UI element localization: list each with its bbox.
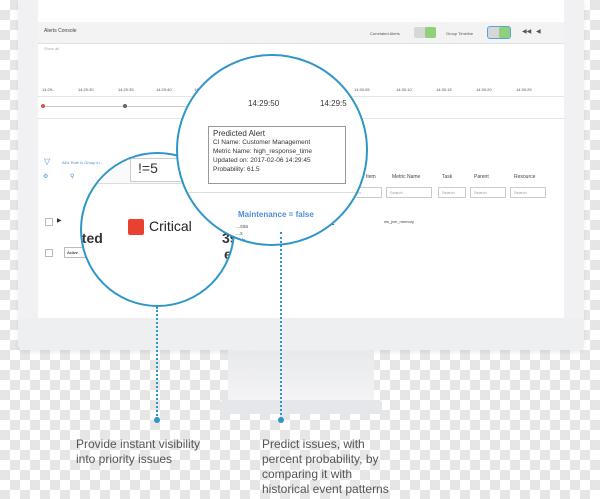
- settings-icon[interactable]: ⚙: [43, 173, 48, 180]
- tooltip-metric-name: Metric Name: high_response_time: [213, 148, 312, 155]
- row-snippet: ...ssa: [236, 224, 248, 230]
- tick-label: 14:30:10: [396, 87, 412, 92]
- search-input[interactable]: Search: [438, 187, 466, 198]
- search-input[interactable]: Search: [386, 187, 432, 198]
- tooltip-title: Predicted Alert: [213, 129, 266, 138]
- monitor-chin: [18, 318, 584, 350]
- console-toolbar: Alerts Console Correlated Alerts Group T…: [38, 22, 564, 44]
- caption-line: percent probability, by: [262, 452, 379, 466]
- correlated-alerts-label: Correlated Alerts: [370, 31, 400, 36]
- caption-line: Provide instant visibility: [76, 437, 201, 451]
- group-timeline-toggle[interactable]: [487, 26, 511, 39]
- severity-swatch: [128, 219, 144, 235]
- leader-endpoint-left: [154, 417, 160, 423]
- filter-icon[interactable]: ▽: [44, 157, 50, 166]
- console-title: Alerts Console: [44, 28, 77, 34]
- state-text: ated: [81, 230, 103, 246]
- extra-text: e: [224, 246, 232, 262]
- back-icon[interactable]: ◀: [536, 28, 541, 35]
- group-timeline-label: Group Timeline: [446, 31, 474, 36]
- row-snippet: ...ds...: [236, 238, 250, 244]
- column-header[interactable]: Metric Name: [392, 174, 420, 180]
- row-snippet: ...s: [236, 231, 243, 237]
- caption-line: comparing it with: [262, 467, 353, 481]
- tick-label: 14:29:30: [78, 87, 94, 92]
- predicted-alert-tooltip: Predicted Alert CI Name: Customer Manage…: [208, 126, 346, 184]
- caption-right: Predict issues, with percent probability…: [262, 437, 389, 497]
- caption-line: Predict issues, with: [262, 437, 365, 451]
- caption-left: Provide instant visibility into priority…: [76, 437, 200, 467]
- tick-label: 14:29:35: [118, 87, 134, 92]
- leader-line-right: [280, 232, 282, 419]
- tooltip-probability: Probability: 61.5: [213, 166, 260, 173]
- search-input[interactable]: Search: [510, 187, 546, 198]
- zoom-time-b: 14:29:5: [320, 99, 347, 108]
- leader-endpoint-right: [278, 417, 284, 423]
- row-checkbox[interactable]: [45, 218, 53, 226]
- tick-label: 14:30:15: [436, 87, 452, 92]
- column-header[interactable]: Parent: [474, 174, 489, 180]
- monitor-base: [220, 400, 382, 414]
- tick-label: 14:30:05: [354, 87, 370, 92]
- rewind-icon[interactable]: ◀◀: [522, 28, 531, 35]
- zoom-circle-prediction: 14:29:50 14:29:5 Predicted Alert CI Name…: [176, 54, 368, 246]
- tick-label: 14:30:20: [476, 87, 492, 92]
- column-header[interactable]: Task: [442, 174, 452, 180]
- search-icon[interactable]: ⚲: [70, 173, 74, 180]
- caption-line: historical event patterns: [262, 482, 389, 496]
- expand-icon[interactable]: ▶: [57, 217, 62, 224]
- tick-label: 14:29:..: [42, 87, 56, 92]
- severity-label: Critical: [149, 218, 192, 234]
- search-input[interactable]: Search: [470, 187, 506, 198]
- tick-label: 14:29:40: [156, 87, 172, 92]
- tooltip-ci-name: CI Name: Customer Management: [213, 139, 311, 146]
- zoom-time-a: 14:29:50: [248, 99, 280, 108]
- row-checkbox[interactable]: [45, 249, 53, 257]
- alert-marker[interactable]: [123, 104, 127, 108]
- maintenance-flag: Maintenance = false: [238, 210, 314, 219]
- show-all-link[interactable]: Show all: [44, 46, 59, 51]
- filter-value: !=5: [138, 160, 158, 176]
- tooltip-updated-on: Updated on: 2017-02-06 14:29:45: [213, 157, 311, 164]
- tick-label: 14:30:25: [516, 87, 532, 92]
- caption-line: into priority issues: [76, 452, 173, 466]
- alert-marker[interactable]: [41, 104, 45, 108]
- row-metric: ws_jvm_memory: [384, 219, 415, 224]
- leader-line-left: [156, 307, 158, 419]
- correlated-alerts-toggle[interactable]: [414, 27, 436, 38]
- column-header[interactable]: Resource: [514, 174, 535, 180]
- monitor-neck: [228, 350, 374, 402]
